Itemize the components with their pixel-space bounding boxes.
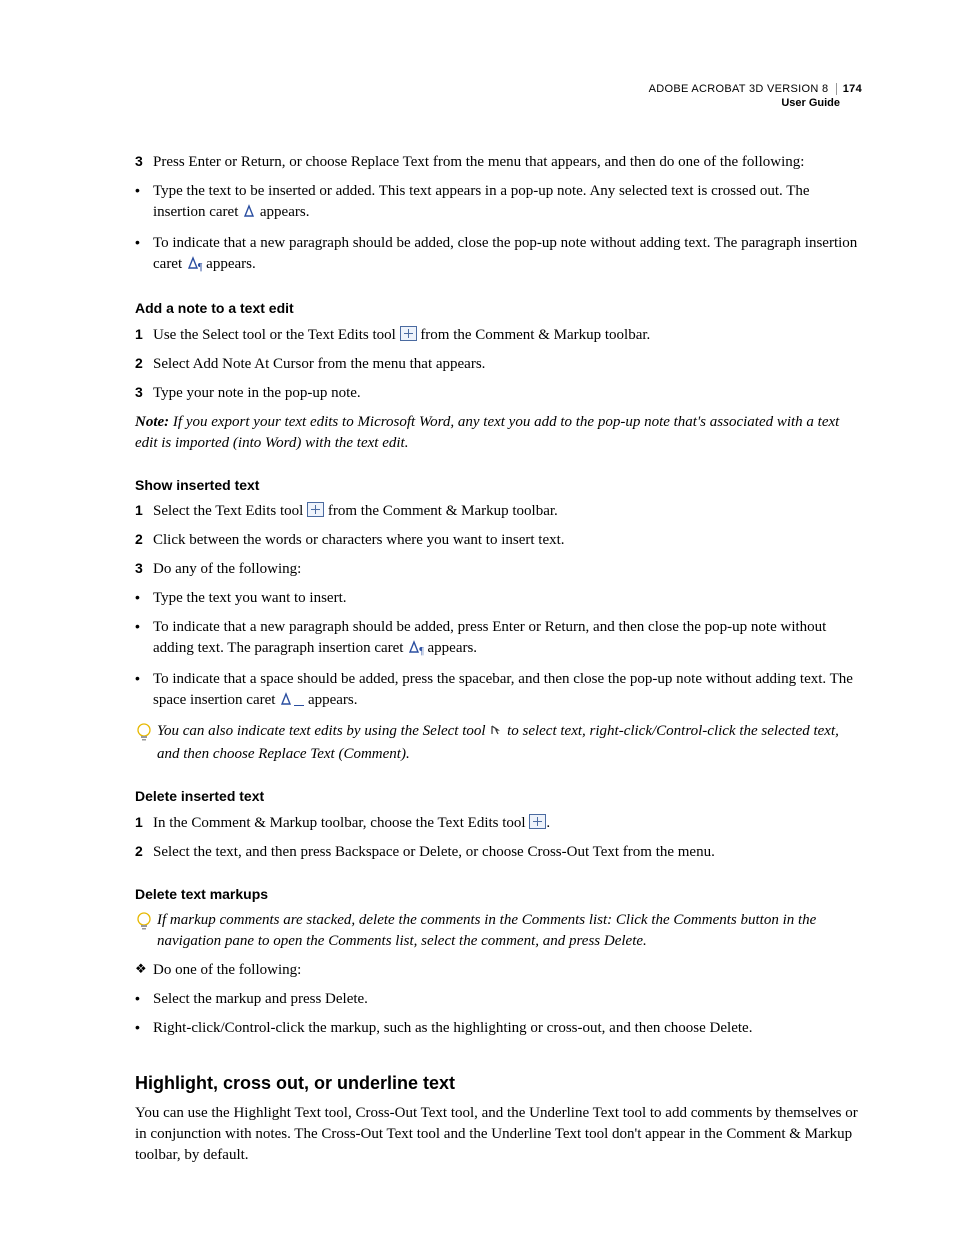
text-run: appears.	[260, 204, 310, 220]
step-text: Select the Text Edits tool from the Comm…	[153, 501, 862, 522]
space-insertion-caret-icon	[279, 692, 293, 713]
step-item: 2 Select Add Note At Cursor from the men…	[135, 354, 862, 375]
step-number: 2	[135, 354, 153, 374]
step-item: 2 Click between the words or characters …	[135, 530, 862, 551]
step-item: 1 Select the Text Edits tool from the Co…	[135, 501, 862, 522]
text-edits-tool-icon	[529, 814, 546, 829]
bullet-marker: •	[135, 1018, 153, 1038]
bullet-text: Type the text you want to insert.	[153, 588, 862, 609]
page-number: 174	[836, 83, 862, 95]
tip-text: If markup comments are stacked, delete t…	[157, 910, 862, 952]
step-number: 3	[135, 383, 153, 403]
header-product: ADOBE ACROBAT 3D VERSION 8	[649, 83, 829, 95]
step-text: Use the Select tool or the Text Edits to…	[153, 325, 862, 346]
pilcrow-icon: ¶	[198, 262, 203, 273]
action-text: Do one of the following:	[153, 960, 301, 981]
step-number: 1	[135, 501, 153, 521]
text-run: appears.	[428, 640, 478, 656]
text-run: Use the Select tool or the Text Edits to…	[153, 327, 400, 343]
section-heading-highlight: Highlight, cross out, or underline text	[135, 1071, 862, 1096]
bullet-item: • Type the text you want to insert.	[135, 588, 862, 609]
bullet-item: • Type the text to be inserted or added.…	[135, 181, 862, 225]
bullet-text: Select the markup and press Delete.	[153, 989, 862, 1010]
bullet-text: Right-click/Control-click the markup, su…	[153, 1018, 862, 1039]
note-label: Note:	[135, 414, 169, 430]
tip-block: If markup comments are stacked, delete t…	[135, 910, 862, 952]
text-run: To indicate that a new paragraph should …	[153, 235, 857, 272]
step-number: 3	[135, 152, 153, 172]
text-run: appears.	[206, 256, 256, 272]
bullet-text: Type the text to be inserted or added. T…	[153, 181, 862, 225]
tip-block: You can also indicate text edits by usin…	[135, 721, 862, 765]
step-item: 1 In the Comment & Markup toolbar, choos…	[135, 813, 862, 834]
note-block: Note: If you export your text edits to M…	[135, 412, 862, 454]
action-item: ❖ Do one of the following:	[135, 960, 862, 981]
text-run: Select the Text Edits tool	[153, 503, 307, 519]
space-underscore-icon	[294, 705, 304, 706]
step-item: 1 Use the Select tool or the Text Edits …	[135, 325, 862, 346]
step-item: 2 Select the text, and then press Backsp…	[135, 842, 862, 863]
subheading-show-inserted: Show inserted text	[135, 476, 862, 496]
bullet-item: • To indicate that a new paragraph shoul…	[135, 617, 862, 661]
subheading-add-note: Add a note to a text edit	[135, 299, 862, 319]
bullet-marker: •	[135, 233, 153, 253]
subheading-delete-inserted: Delete inserted text	[135, 787, 862, 807]
select-tool-icon	[489, 723, 503, 744]
bullet-marker: •	[135, 617, 153, 637]
text-run: from the Comment & Markup toolbar.	[328, 503, 558, 519]
bullet-item: • Select the markup and press Delete.	[135, 989, 862, 1010]
step-item: 3 Do any of the following:	[135, 559, 862, 580]
diamond-bullet-icon: ❖	[135, 960, 153, 978]
bullet-marker: •	[135, 588, 153, 608]
insertion-caret-icon	[242, 204, 256, 225]
subheading-delete-markups: Delete text markups	[135, 885, 862, 905]
step-text: Select Add Note At Cursor from the menu …	[153, 354, 862, 375]
step-item: 3 Press Enter or Return, or choose Repla…	[135, 152, 862, 173]
text-run: .	[546, 815, 550, 831]
bullet-marker: •	[135, 669, 153, 689]
bullet-item: • Right-click/Control-click the markup, …	[135, 1018, 862, 1039]
bullet-text: To indicate that a new paragraph should …	[153, 233, 862, 277]
page-content: 3 Press Enter or Return, or choose Repla…	[135, 152, 862, 1166]
note-body: If you export your text edits to Microso…	[135, 414, 839, 451]
step-number: 1	[135, 813, 153, 833]
tip-text: You can also indicate text edits by usin…	[157, 721, 862, 765]
bullet-item: • To indicate that a space should be add…	[135, 669, 862, 713]
step-text: Select the text, and then press Backspac…	[153, 842, 862, 863]
lightbulb-icon	[135, 722, 153, 744]
bullet-marker: •	[135, 181, 153, 201]
step-text: Press Enter or Return, or choose Replace…	[153, 152, 862, 173]
bullet-text: To indicate that a space should be added…	[153, 669, 862, 713]
step-text: Type your note in the pop-up note.	[153, 383, 862, 404]
text-run: In the Comment & Markup toolbar, choose …	[153, 815, 529, 831]
step-text: Click between the words or characters wh…	[153, 530, 862, 551]
text-run: You can also indicate text edits by usin…	[157, 723, 489, 739]
page: ADOBE ACROBAT 3D VERSION 8 174 User Guid…	[0, 0, 954, 1235]
step-item: 3 Type your note in the pop-up note.	[135, 383, 862, 404]
bullet-item: • To indicate that a new paragraph shoul…	[135, 233, 862, 277]
text-run: from the Comment & Markup toolbar.	[420, 327, 650, 343]
text-run: To indicate that a space should be added…	[153, 671, 853, 708]
step-number: 1	[135, 325, 153, 345]
text-edits-tool-icon	[307, 502, 324, 517]
pilcrow-icon: ¶	[419, 646, 424, 657]
step-number: 2	[135, 842, 153, 862]
text-edits-tool-icon	[400, 326, 417, 341]
lightbulb-icon	[135, 911, 153, 933]
step-text: Do any of the following:	[153, 559, 862, 580]
bullet-text: To indicate that a new paragraph should …	[153, 617, 862, 661]
page-header: ADOBE ACROBAT 3D VERSION 8 174 User Guid…	[649, 82, 862, 111]
step-number: 2	[135, 530, 153, 550]
header-subtitle: User Guide	[649, 96, 862, 110]
bullet-marker: •	[135, 989, 153, 1009]
text-run: To indicate that a new paragraph should …	[153, 619, 826, 656]
paragraph: You can use the Highlight Text tool, Cro…	[135, 1103, 862, 1166]
step-text: In the Comment & Markup toolbar, choose …	[153, 813, 862, 834]
text-run: appears.	[308, 692, 358, 708]
step-number: 3	[135, 559, 153, 579]
